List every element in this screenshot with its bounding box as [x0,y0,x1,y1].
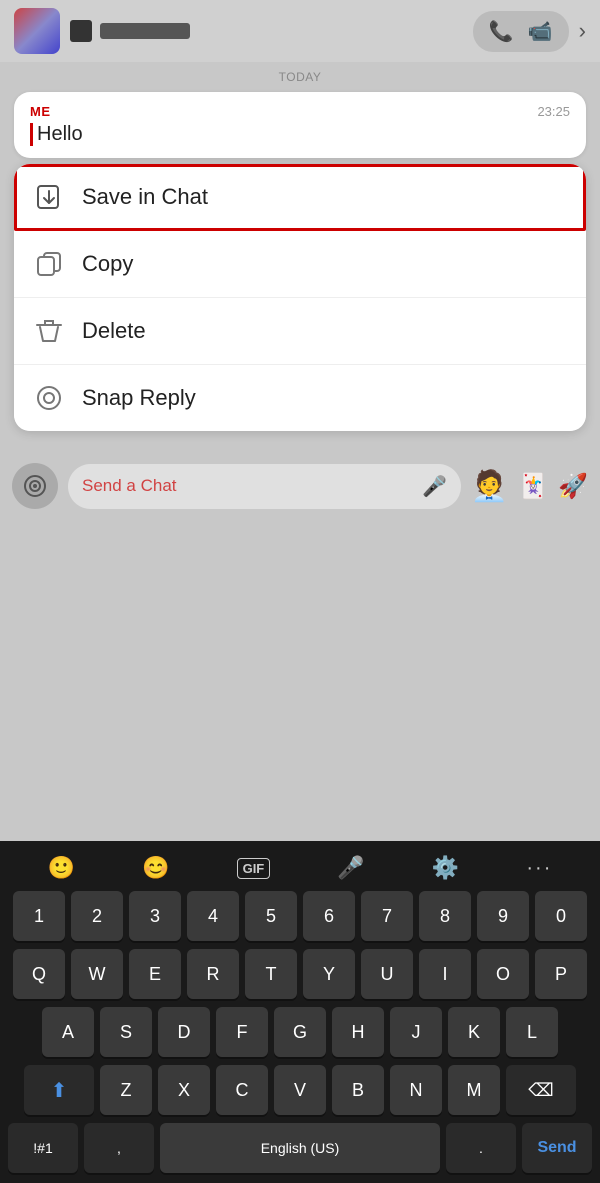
space-key[interactable]: English (US) [160,1123,440,1173]
settings-keyboard-icon[interactable]: ⚙️ [432,855,459,881]
qwerty-row: Q W E R T Y U I O P [8,949,592,999]
backspace-key[interactable]: ⌫ [506,1065,576,1115]
avatar [14,8,60,54]
key-x[interactable]: X [158,1065,210,1115]
context-menu-snap-reply[interactable]: Snap Reply [14,365,586,431]
message-bubble: ME 23:25 Hello [14,92,586,158]
shift-key[interactable]: ⬆ [24,1065,94,1115]
status-square [70,20,92,42]
bitmoji-sticker[interactable]: 🧑‍💼 [471,469,508,504]
key-g[interactable]: G [274,1007,326,1057]
key-d[interactable]: D [158,1007,210,1057]
key-m[interactable]: M [448,1065,500,1115]
key-r[interactable]: R [187,949,239,999]
input-bar: Send a Chat 🎤 🧑‍💼 🃏 🚀 [0,453,600,519]
asdf-row: A S D F G H J K L [8,1007,592,1057]
delete-icon [34,316,64,346]
context-menu: Save in Chat Copy Delete [14,164,586,431]
snap-reply-icon [34,383,64,413]
keyboard: 🙂 😊 GIF 🎤 ⚙️ ··· 1 2 3 4 5 6 7 8 9 0 Q W… [0,841,600,1183]
key-3[interactable]: 3 [129,891,181,941]
key-1[interactable]: 1 [13,891,65,941]
key-j[interactable]: J [390,1007,442,1057]
key-e[interactable]: E [129,949,181,999]
keyboard-toolbar: 🙂 😊 GIF 🎤 ⚙️ ··· [4,849,596,891]
message-input[interactable]: Send a Chat 🎤 [68,464,461,509]
message-sender: ME [30,104,51,119]
message-text: Hello [30,123,570,146]
context-menu-copy[interactable]: Copy [14,231,586,298]
key-b[interactable]: B [332,1065,384,1115]
key-0[interactable]: 0 [535,891,587,941]
context-menu-delete[interactable]: Delete [14,298,586,365]
key-n[interactable]: N [390,1065,442,1115]
icon-pill: 📞 📹 [473,11,569,52]
bottom-row: !#1 , English (US) . Send [8,1123,592,1173]
numbers-key[interactable]: !#1 [8,1123,78,1173]
message-header: ME 23:25 [30,104,570,119]
key-f[interactable]: F [216,1007,268,1057]
today-label: TODAY [14,70,586,84]
snap-reply-label: Snap Reply [82,385,196,411]
key-i[interactable]: I [419,949,471,999]
sticker-icon[interactable]: 🃏 [518,472,548,501]
key-s[interactable]: S [100,1007,152,1057]
key-q[interactable]: Q [13,949,65,999]
action-icons: 📞 📹 › [473,11,586,52]
chevron-right-icon[interactable]: › [579,18,586,44]
phone-icon[interactable]: 📞 [489,19,514,44]
key-v[interactable]: V [274,1065,326,1115]
zxcv-row: ⬆ Z X C V B N M ⌫ [8,1065,592,1115]
sticker-buttons: 🧑‍💼 🃏 🚀 [471,469,588,504]
video-icon[interactable]: 📹 [528,19,553,44]
gif-button[interactable]: GIF [237,858,271,879]
mic-icon: 🎤 [422,474,447,499]
key-u[interactable]: U [361,949,413,999]
key-h[interactable]: H [332,1007,384,1057]
emoji-keyboard-icon[interactable]: 😊 [142,855,169,881]
key-5[interactable]: 5 [245,891,297,941]
chat-area: TODAY ME 23:25 Hello Save in Chat [0,62,600,445]
name-bar [100,23,190,39]
key-k[interactable]: K [448,1007,500,1057]
key-a[interactable]: A [42,1007,94,1057]
copy-label: Copy [82,251,133,277]
key-7[interactable]: 7 [361,891,413,941]
save-in-chat-icon [34,182,64,212]
key-z[interactable]: Z [100,1065,152,1115]
message-time: 23:25 [537,104,570,119]
number-row: 1 2 3 4 5 6 7 8 9 0 [8,891,592,941]
key-2[interactable]: 2 [71,891,123,941]
comma-key[interactable]: , [84,1123,154,1173]
key-l[interactable]: L [506,1007,558,1057]
key-4[interactable]: 4 [187,891,239,941]
name-block [70,20,463,42]
input-placeholder: Send a Chat [82,476,422,496]
save-in-chat-label: Save in Chat [82,184,208,210]
delete-label: Delete [82,318,146,344]
copy-icon [34,249,64,279]
camera-button[interactable] [12,463,58,509]
key-rows: 1 2 3 4 5 6 7 8 9 0 Q W E R T Y U I O P … [4,891,596,1173]
send-key[interactable]: Send [522,1123,592,1173]
key-w[interactable]: W [71,949,123,999]
top-bar: 📞 📹 › [0,0,600,62]
key-o[interactable]: O [477,949,529,999]
mic-keyboard-icon[interactable]: 🎤 [337,855,364,881]
period-key[interactable]: . [446,1123,516,1173]
key-6[interactable]: 6 [303,891,355,941]
key-p[interactable]: P [535,949,587,999]
bitmoji-keyboard-icon[interactable]: 🙂 [48,855,75,881]
key-9[interactable]: 9 [477,891,529,941]
rocket-icon[interactable]: 🚀 [558,472,588,501]
key-y[interactable]: Y [303,949,355,999]
key-8[interactable]: 8 [419,891,471,941]
key-c[interactable]: C [216,1065,268,1115]
context-menu-save[interactable]: Save in Chat [14,164,586,231]
key-t[interactable]: T [245,949,297,999]
more-keyboard-icon[interactable]: ··· [526,857,552,880]
